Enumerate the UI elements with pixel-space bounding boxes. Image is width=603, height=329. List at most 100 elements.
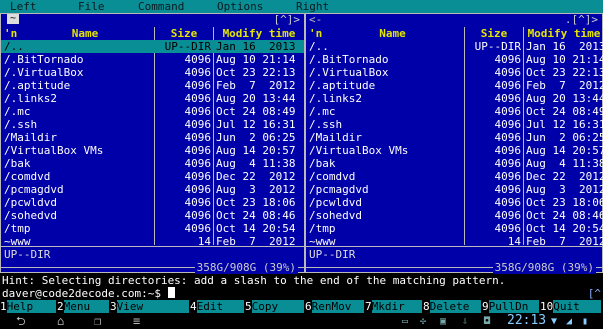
file-name: /pcwldvd xyxy=(4,196,57,209)
file-size: 4096 xyxy=(494,105,522,118)
fkey-edit[interactable]: 4Edit xyxy=(190,300,244,313)
file-size: 4096 xyxy=(494,53,522,66)
file-row[interactable]: /Maildir 4096 Jun 2 06:25 xyxy=(306,131,603,144)
file-row[interactable]: /.. UP--DIR Jan 16 2013 xyxy=(1,40,304,53)
file-row[interactable]: /.aptitude 4096 Feb 7 2012 xyxy=(1,79,304,92)
file-row[interactable]: /comdvd 4096 Dec 22 2012 xyxy=(306,170,603,183)
panel-history-button[interactable]: .[^]> xyxy=(565,13,598,26)
file-row[interactable]: /.BitTornado 4096 Aug 10 21:14 xyxy=(1,53,304,66)
fkey-label: Mkdir xyxy=(371,300,422,313)
back-icon[interactable]: ⮌ xyxy=(16,315,26,328)
file-size: 4096 xyxy=(184,209,212,222)
file-name: /.mc xyxy=(309,105,336,118)
file-row[interactable]: /tmp 4096 Oct 14 20:54 xyxy=(306,222,603,235)
file-name: /.mc xyxy=(4,105,31,118)
file-size: 4096 xyxy=(494,196,522,209)
file-row[interactable]: /bak 4096 Aug 4 11:38 xyxy=(306,157,603,170)
file-row[interactable]: /tmp 4096 Oct 14 20:54 xyxy=(1,222,304,235)
column-name-header[interactable]: Name xyxy=(321,27,464,40)
file-row[interactable]: /.. UP--DIR Jan 16 2013 xyxy=(306,40,603,53)
file-name: /VirtualBox VMs xyxy=(4,144,104,157)
file-row[interactable]: /pcmagdvd 4096 Aug 3 2012 xyxy=(306,183,603,196)
file-row[interactable]: /.mc 4096 Oct 24 08:49 xyxy=(306,105,603,118)
fkey-label: Menu xyxy=(63,300,109,313)
recent-apps-icon[interactable]: ❐ xyxy=(94,315,101,328)
menu-icon[interactable]: ≡ xyxy=(133,315,140,328)
file-size: 4096 xyxy=(494,79,522,92)
file-row[interactable]: /sohedvd 4096 Oct 24 08:46 xyxy=(306,209,603,222)
fkey-label: Quit xyxy=(553,300,602,313)
hint-line: Hint: Selecting directories: add a slash… xyxy=(2,274,506,287)
file-row[interactable]: /.mc 4096 Oct 24 08:49 xyxy=(1,105,304,118)
menu-options[interactable]: Options xyxy=(217,0,263,13)
file-name: /VirtualBox VMs xyxy=(309,144,409,157)
file-row[interactable]: /pcwldvd 4096 Oct 23 18:06 xyxy=(1,196,304,209)
column-size-header[interactable]: Size xyxy=(465,27,523,40)
menu-file[interactable]: File xyxy=(78,0,105,13)
fkey-pulldn[interactable]: 9PullDn xyxy=(482,300,539,313)
file-name: /pcmagdvd xyxy=(4,183,64,196)
file-size: 4096 xyxy=(184,170,212,183)
file-row[interactable]: /bak 4096 Aug 4 11:38 xyxy=(1,157,304,170)
fkey-quit[interactable]: 10Quit xyxy=(540,300,602,313)
lock-icon: ◘ xyxy=(484,316,491,327)
file-row[interactable]: /.ssh 4096 Jul 12 16:31 xyxy=(306,118,603,131)
file-modified: Jan 16 2013 xyxy=(216,40,296,53)
file-modified: Jul 12 16:31 xyxy=(526,118,603,131)
file-size: 4096 xyxy=(494,209,522,222)
fkey-help[interactable]: 1Help xyxy=(0,300,56,313)
file-row[interactable]: /.aptitude 4096 Feb 7 2012 xyxy=(306,79,603,92)
file-row[interactable]: /VirtualBox VMs 4096 Aug 14 20:57 xyxy=(1,144,304,157)
file-name: /pcmagdvd xyxy=(309,183,369,196)
column-modify-header[interactable]: Modify time xyxy=(214,27,304,40)
file-row[interactable]: /comdvd 4096 Dec 22 2012 xyxy=(1,170,304,183)
file-row[interactable]: /.VirtualBox 4096 Oct 23 22:13 xyxy=(306,66,603,79)
left-panel[interactable]: ~ [^]> 'n Name Size Modify time /.. UP--D… xyxy=(0,13,305,274)
panel-indicator[interactable]: <- xyxy=(309,13,322,26)
file-row[interactable]: /.links2 4096 Aug 20 13:44 xyxy=(306,92,603,105)
command-prompt[interactable]: daver@code2decode.com:~$ xyxy=(2,287,175,300)
file-row[interactable]: /.links2 4096 Aug 20 13:44 xyxy=(1,92,304,105)
sort-indicator[interactable]: 'n xyxy=(309,27,322,40)
file-size: 4096 xyxy=(494,144,522,157)
column-size-header[interactable]: Size xyxy=(155,27,213,40)
home-icon[interactable]: ⌂ xyxy=(57,315,64,328)
file-row[interactable]: /pcmagdvd 4096 Aug 3 2012 xyxy=(1,183,304,196)
fkey-mkdir[interactable]: 7Mkdir xyxy=(365,300,422,313)
fkey-copy[interactable]: 5Copy xyxy=(245,300,304,313)
sort-indicator[interactable]: 'n xyxy=(4,27,17,40)
file-row[interactable]: /.ssh 4096 Jul 12 16:31 xyxy=(1,118,304,131)
file-modified: Aug 10 21:14 xyxy=(216,53,296,66)
fkey-delete[interactable]: 8Delete xyxy=(423,300,481,313)
file-modified: Aug 4 11:38 xyxy=(526,157,603,170)
panel-home-indicator[interactable]: ~ xyxy=(7,14,19,24)
prompt-text: daver@code2decode.com:~$ xyxy=(2,287,168,300)
fkey-view[interactable]: 3View xyxy=(110,300,189,313)
file-row[interactable]: /.BitTornado 4096 Aug 10 21:14 xyxy=(306,53,603,66)
file-name: /.aptitude xyxy=(309,79,376,92)
fkey-renmov[interactable]: 6RenMov xyxy=(305,300,364,313)
fkey-number: 9 xyxy=(482,300,489,313)
menu-right[interactable]: Right xyxy=(296,0,329,13)
right-panel[interactable]: <- .[^]> 'n Name Size Modify time /.. UP-… xyxy=(305,13,603,274)
column-name-header[interactable]: Name xyxy=(16,27,154,40)
file-row[interactable]: /VirtualBox VMs 4096 Aug 14 20:57 xyxy=(306,144,603,157)
file-size: 4096 xyxy=(184,131,212,144)
column-headers: 'n Name Size Modify time xyxy=(1,27,304,40)
menu-command[interactable]: Command xyxy=(138,0,184,13)
file-size: 4096 xyxy=(184,92,212,105)
file-row[interactable]: /sohedvd 4096 Oct 24 08:46 xyxy=(1,209,304,222)
android-nav-bar: ⮌ ⌂ ❐ ≡ ▭ ✣ ▣ ⇩ ◘ 22:13 ▼ ◢ ▮ xyxy=(0,314,603,329)
file-name: /.. xyxy=(4,40,24,53)
file-row[interactable]: /Maildir 4096 Jun 2 06:25 xyxy=(1,131,304,144)
column-modify-header[interactable]: Modify time xyxy=(524,27,603,40)
file-name: /.links2 xyxy=(4,92,57,105)
file-name: /comdvd xyxy=(4,170,51,183)
file-row[interactable]: /pcwldvd 4096 Oct 23 18:06 xyxy=(306,196,603,209)
panel-history-button[interactable]: [^]> xyxy=(274,13,301,26)
fkey-menu[interactable]: 2Menu xyxy=(57,300,109,313)
signal-icon: ◢ xyxy=(566,316,573,327)
file-row[interactable]: /.VirtualBox 4096 Oct 23 22:13 xyxy=(1,66,304,79)
file-name: /comdvd xyxy=(309,170,356,183)
menu-left[interactable]: Left xyxy=(10,0,37,13)
